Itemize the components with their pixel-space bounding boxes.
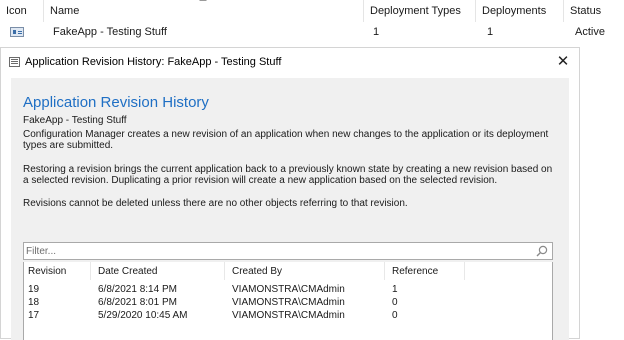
dialog-content: Application Revision History FakeApp - T…: [11, 78, 569, 340]
cell-revision: 18: [28, 297, 40, 308]
column-separator[interactable]: [384, 262, 385, 280]
cell-reference: 1: [392, 284, 398, 295]
dialog-titlebar[interactable]: Application Revision History: FakeApp - …: [1, 48, 579, 76]
description-paragraph-2: Restoring a revision brings the current …: [23, 164, 553, 186]
revision-history-dialog: Application Revision History: FakeApp - …: [0, 47, 580, 340]
cell-revision: 17: [28, 310, 40, 321]
column-separator[interactable]: [90, 262, 91, 280]
app-name-label: FakeApp - Testing Stuff: [23, 115, 127, 126]
column-header-status[interactable]: Status: [564, 0, 624, 22]
close-icon: ✕: [556, 53, 570, 70]
column-header-revision[interactable]: Revision: [28, 266, 66, 277]
row-name: FakeApp - Testing Stuff: [53, 26, 167, 38]
cell-created-by: VIAMONSTRA\CMAdmin: [232, 284, 345, 295]
cell-reference: 0: [392, 297, 398, 308]
column-header-date-created[interactable]: Date Created: [98, 266, 157, 277]
row-deployment-types: 1: [373, 26, 380, 38]
cell-reference: 0: [392, 310, 398, 321]
close-button[interactable]: ✕: [549, 48, 577, 76]
description-paragraph-1: Configuration Manager creates a new revi…: [23, 129, 549, 151]
column-header-reference[interactable]: Reference: [392, 266, 438, 277]
column-header-created-by[interactable]: Created By: [232, 266, 282, 277]
column-header-deployment-types[interactable]: Deployment Types: [364, 0, 476, 22]
column-header-icon[interactable]: Icon: [0, 0, 44, 22]
cell-created-by: VIAMONSTRA\CMAdmin: [232, 297, 345, 308]
search-icon[interactable]: [536, 245, 548, 257]
description-paragraph-3: Revisions cannot be deleted unless there…: [23, 198, 408, 209]
filter-box[interactable]: [23, 242, 553, 260]
cell-date-created: 6/8/2021 8:14 PM: [98, 284, 177, 295]
column-separator[interactable]: [224, 262, 225, 280]
cell-revision: 19: [28, 284, 40, 295]
table-row[interactable]: 18 6/8/2021 8:01 PM VIAMONSTRA\CMAdmin 0: [24, 297, 552, 309]
application-icon: [10, 27, 24, 37]
dialog-icon: [9, 57, 20, 67]
cell-date-created: 6/8/2021 8:01 PM: [98, 297, 177, 308]
dialog-title: Application Revision History: FakeApp - …: [25, 56, 282, 68]
row-status: Active: [575, 26, 605, 38]
column-header-name[interactable]: Name: [44, 0, 364, 22]
list-header: Icon Name Deployment Types Deployments S…: [0, 0, 624, 23]
column-header-deployments[interactable]: Deployments: [476, 0, 564, 22]
column-separator[interactable]: [464, 262, 465, 280]
table-row[interactable]: 19 6/8/2021 8:14 PM VIAMONSTRA\CMAdmin 1: [24, 284, 552, 296]
list-row[interactable]: FakeApp - Testing Stuff 1 1 Active: [0, 22, 624, 42]
page-title: Application Revision History: [23, 94, 209, 111]
cell-date-created: 5/29/2020 10:45 AM: [98, 310, 188, 321]
revision-table: Revision Date Created Created By Referen…: [23, 262, 553, 340]
filter-input[interactable]: [26, 244, 526, 258]
cell-created-by: VIAMONSTRA\CMAdmin: [232, 310, 345, 321]
row-deployments: 1: [487, 26, 494, 38]
table-row[interactable]: 17 5/29/2020 10:45 AM VIAMONSTRA\CMAdmin…: [24, 310, 552, 322]
